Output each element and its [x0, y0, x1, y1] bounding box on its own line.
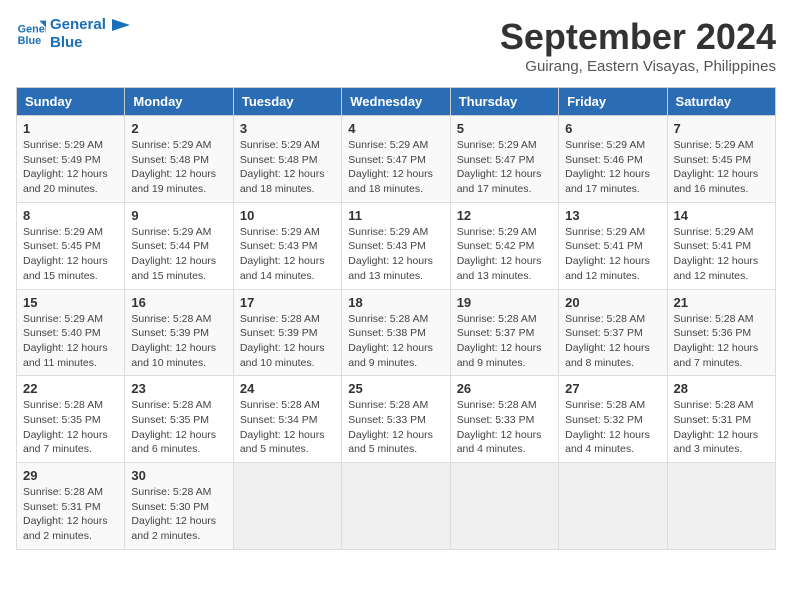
svg-text:Blue: Blue [18, 35, 41, 47]
table-row [667, 463, 775, 550]
table-row: 2Sunrise: 5:29 AMSunset: 5:48 PMDaylight… [125, 116, 233, 203]
table-row [233, 463, 341, 550]
table-row: 15Sunrise: 5:29 AMSunset: 5:40 PMDayligh… [17, 289, 125, 376]
table-row: 24Sunrise: 5:28 AMSunset: 5:34 PMDayligh… [233, 376, 341, 463]
logo: General Blue General Blue [16, 16, 132, 52]
table-row: 23Sunrise: 5:28 AMSunset: 5:35 PMDayligh… [125, 376, 233, 463]
logo-general: General [50, 16, 106, 34]
table-row [342, 463, 450, 550]
month-title: September 2024 [500, 16, 776, 58]
table-row [450, 463, 558, 550]
table-row: 17Sunrise: 5:28 AMSunset: 5:39 PMDayligh… [233, 289, 341, 376]
table-row: 11Sunrise: 5:29 AMSunset: 5:43 PMDayligh… [342, 202, 450, 289]
week-row-5: 29Sunrise: 5:28 AMSunset: 5:31 PMDayligh… [17, 463, 776, 550]
table-row: 5Sunrise: 5:29 AMSunset: 5:47 PMDaylight… [450, 116, 558, 203]
table-row: 7Sunrise: 5:29 AMSunset: 5:45 PMDaylight… [667, 116, 775, 203]
table-row: 4Sunrise: 5:29 AMSunset: 5:47 PMDaylight… [342, 116, 450, 203]
week-row-2: 8Sunrise: 5:29 AMSunset: 5:45 PMDaylight… [17, 202, 776, 289]
table-row: 16Sunrise: 5:28 AMSunset: 5:39 PMDayligh… [125, 289, 233, 376]
header-saturday: Saturday [667, 88, 775, 116]
logo-flag-icon [112, 19, 132, 43]
svg-text:General: General [18, 23, 46, 35]
logo-icon: General Blue [16, 19, 46, 49]
table-row: 9Sunrise: 5:29 AMSunset: 5:44 PMDaylight… [125, 202, 233, 289]
table-row: 8Sunrise: 5:29 AMSunset: 5:45 PMDaylight… [17, 202, 125, 289]
table-row: 27Sunrise: 5:28 AMSunset: 5:32 PMDayligh… [559, 376, 667, 463]
header-monday: Monday [125, 88, 233, 116]
table-row: 25Sunrise: 5:28 AMSunset: 5:33 PMDayligh… [342, 376, 450, 463]
header-sunday: Sunday [17, 88, 125, 116]
title-area: September 2024 Guirang, Eastern Visayas,… [500, 16, 776, 75]
table-row: 28Sunrise: 5:28 AMSunset: 5:31 PMDayligh… [667, 376, 775, 463]
location-title: Guirang, Eastern Visayas, Philippines [500, 58, 776, 75]
table-row: 13Sunrise: 5:29 AMSunset: 5:41 PMDayligh… [559, 202, 667, 289]
week-row-1: 1Sunrise: 5:29 AMSunset: 5:49 PMDaylight… [17, 116, 776, 203]
header-row: Sunday Monday Tuesday Wednesday Thursday… [17, 88, 776, 116]
week-row-4: 22Sunrise: 5:28 AMSunset: 5:35 PMDayligh… [17, 376, 776, 463]
table-row [559, 463, 667, 550]
page-header: General Blue General Blue September 2024… [16, 16, 776, 75]
table-row: 18Sunrise: 5:28 AMSunset: 5:38 PMDayligh… [342, 289, 450, 376]
week-row-3: 15Sunrise: 5:29 AMSunset: 5:40 PMDayligh… [17, 289, 776, 376]
calendar-table: Sunday Monday Tuesday Wednesday Thursday… [16, 87, 776, 550]
table-row: 30Sunrise: 5:28 AMSunset: 5:30 PMDayligh… [125, 463, 233, 550]
table-row: 21Sunrise: 5:28 AMSunset: 5:36 PMDayligh… [667, 289, 775, 376]
header-thursday: Thursday [450, 88, 558, 116]
table-row: 1Sunrise: 5:29 AMSunset: 5:49 PMDaylight… [17, 116, 125, 203]
table-row: 10Sunrise: 5:29 AMSunset: 5:43 PMDayligh… [233, 202, 341, 289]
table-row: 26Sunrise: 5:28 AMSunset: 5:33 PMDayligh… [450, 376, 558, 463]
table-row: 12Sunrise: 5:29 AMSunset: 5:42 PMDayligh… [450, 202, 558, 289]
table-row: 19Sunrise: 5:28 AMSunset: 5:37 PMDayligh… [450, 289, 558, 376]
table-row: 29Sunrise: 5:28 AMSunset: 5:31 PMDayligh… [17, 463, 125, 550]
header-friday: Friday [559, 88, 667, 116]
header-wednesday: Wednesday [342, 88, 450, 116]
table-row: 22Sunrise: 5:28 AMSunset: 5:35 PMDayligh… [17, 376, 125, 463]
table-row: 6Sunrise: 5:29 AMSunset: 5:46 PMDaylight… [559, 116, 667, 203]
logo-blue: Blue [50, 34, 106, 52]
table-row: 20Sunrise: 5:28 AMSunset: 5:37 PMDayligh… [559, 289, 667, 376]
table-row: 3Sunrise: 5:29 AMSunset: 5:48 PMDaylight… [233, 116, 341, 203]
header-tuesday: Tuesday [233, 88, 341, 116]
table-row: 14Sunrise: 5:29 AMSunset: 5:41 PMDayligh… [667, 202, 775, 289]
